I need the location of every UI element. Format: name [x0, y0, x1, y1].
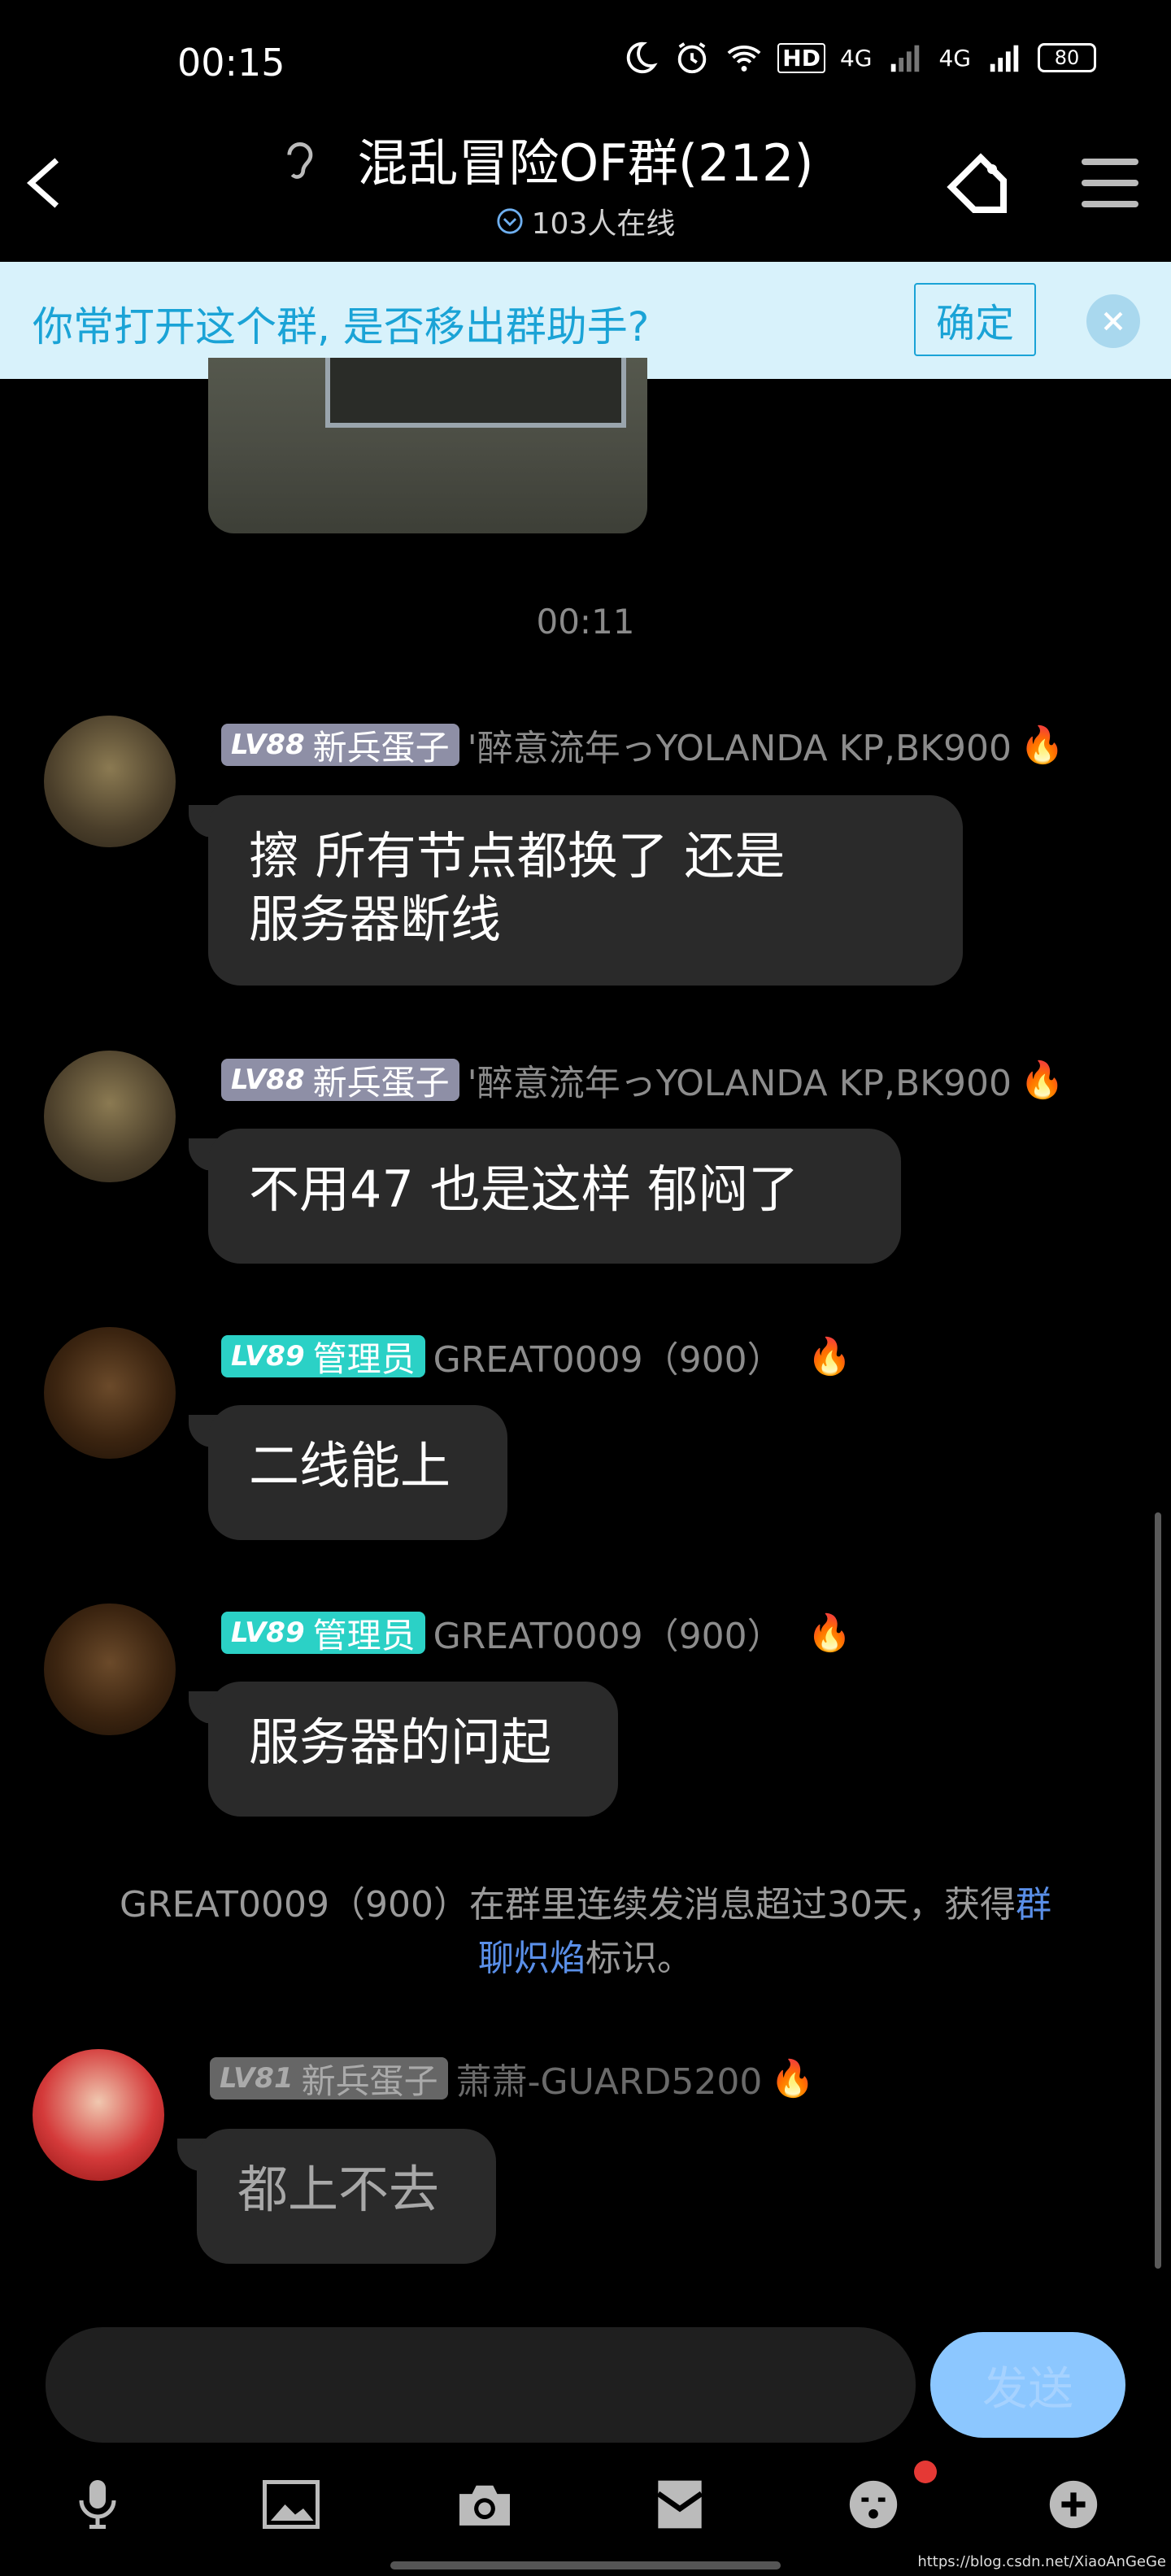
home-indicator[interactable] [390, 2561, 781, 2569]
system-message: GREAT0009（900）在群里连续发消息超过30天，获得群 聊炽焰标识。 [120, 1884, 1051, 1979]
signal-icon [990, 45, 1019, 72]
avatar[interactable] [44, 716, 176, 847]
sender-meta: LV89 管理员 GREAT0009（900） 🔥 [221, 1607, 851, 1659]
status-time: 00:15 [177, 41, 285, 85]
plus-icon[interactable] [1041, 2472, 1106, 2537]
image-icon[interactable] [259, 2472, 324, 2537]
network-label-2: 4G [938, 44, 971, 72]
fire-icon: 🔥 [807, 1612, 852, 1654]
avatar[interactable] [33, 2049, 164, 2181]
sender-meta: LV89 管理员 GREAT0009（900） 🔥 [221, 1330, 851, 1382]
level-badge: LV88 新兵蛋子 [221, 724, 459, 768]
sender-name: '醉意流年っYOLANDA KP,BK900 [467, 728, 1012, 769]
message-bubble[interactable]: 二线能上 [208, 1405, 507, 1540]
group-title: 混乱冒险OF群(212) [357, 133, 814, 193]
menu-button[interactable] [1073, 138, 1147, 228]
message-bubble[interactable]: 都上不去 [197, 2129, 496, 2264]
online-count: 103人在线 [293, 200, 878, 242]
avatar[interactable] [44, 1603, 176, 1735]
fire-icon: 🔥 [770, 2058, 816, 2100]
battery-level: 80 [1054, 46, 1080, 69]
notification-dot [914, 2461, 937, 2483]
network-label-1: 4G [839, 44, 873, 72]
sender-meta: LV88 新兵蛋子 '醉意流年っYOLANDA KP,BK900 🔥 [221, 1054, 1064, 1106]
mic-icon[interactable] [65, 2472, 130, 2537]
watermark: https://blog.csdn.net/XiaoAnGeGe [917, 2553, 1166, 2570]
sender-meta: LV88 新兵蛋子 '醉意流年っYOLANDA KP,BK900 🔥 [221, 719, 1064, 771]
chat-header: 混乱冒险OF群(212) 103人在线 [293, 122, 878, 242]
message-bubble[interactable]: 不用47 也是这样 郁闷了 [208, 1129, 901, 1264]
level-badge: LV81 新兵蛋子 [210, 2057, 448, 2101]
system-link[interactable]: 群 [1016, 1884, 1051, 1925]
fire-icon: 🔥 [1019, 1060, 1064, 1101]
send-button[interactable]: 发送 [930, 2332, 1125, 2438]
level-badge: LV89 管理员 [221, 1335, 425, 1379]
avatar[interactable] [44, 1327, 176, 1459]
level-badge: LV88 新兵蛋子 [221, 1059, 459, 1103]
battery-icon: 80 [1038, 43, 1096, 72]
fire-icon: 🔥 [807, 1336, 852, 1377]
moon-icon [627, 41, 658, 74]
sender-name: '醉意流年っYOLANDA KP,BK900 [467, 1063, 1012, 1104]
sender-name: GREAT0009（900） [433, 1339, 783, 1381]
red-packet-icon[interactable] [647, 2472, 712, 2537]
message-bubble[interactable]: 服务器的问起 [208, 1682, 618, 1817]
input-toolbar [0, 2467, 1171, 2548]
status-icons: HD 4G 4G 80 [621, 39, 1096, 76]
scrollbar[interactable] [1155, 1512, 1161, 2269]
online-label: 103人在线 [531, 207, 676, 241]
hd-label: HD [777, 42, 825, 73]
chevron-down-icon[interactable] [496, 207, 524, 235]
level-badge: LV89 管理员 [221, 1612, 425, 1656]
wifi-icon [727, 46, 761, 72]
tag-icon[interactable] [938, 145, 1016, 223]
message-bubble[interactable]: 擦 所有节点都换了 还是 服务器断线 [208, 795, 963, 986]
image-message-frame [325, 358, 626, 428]
emoji-icon[interactable] [841, 2472, 906, 2537]
camera-icon[interactable] [452, 2472, 517, 2537]
fire-icon: 🔥 [1019, 724, 1064, 766]
close-icon[interactable] [1086, 294, 1140, 348]
banner-text: 你常打开这个群, 是否移出群助手? [33, 303, 650, 350]
sender-meta: LV81 新兵蛋子 萧萧-GUARD5200 🔥 [210, 2052, 815, 2104]
back-icon[interactable] [20, 154, 68, 211]
sender-name: 萧萧-GUARD5200 [455, 2061, 763, 2103]
signal-icon [891, 45, 920, 72]
sender-name: GREAT0009（900） [433, 1616, 783, 1657]
message-input[interactable] [46, 2327, 916, 2443]
timestamp: 00:11 [536, 602, 635, 642]
confirm-button[interactable]: 确定 [914, 283, 1036, 356]
system-link[interactable]: 聊炽焰 [478, 1938, 586, 1979]
avatar[interactable] [44, 1051, 176, 1182]
alarm-icon [678, 42, 707, 74]
